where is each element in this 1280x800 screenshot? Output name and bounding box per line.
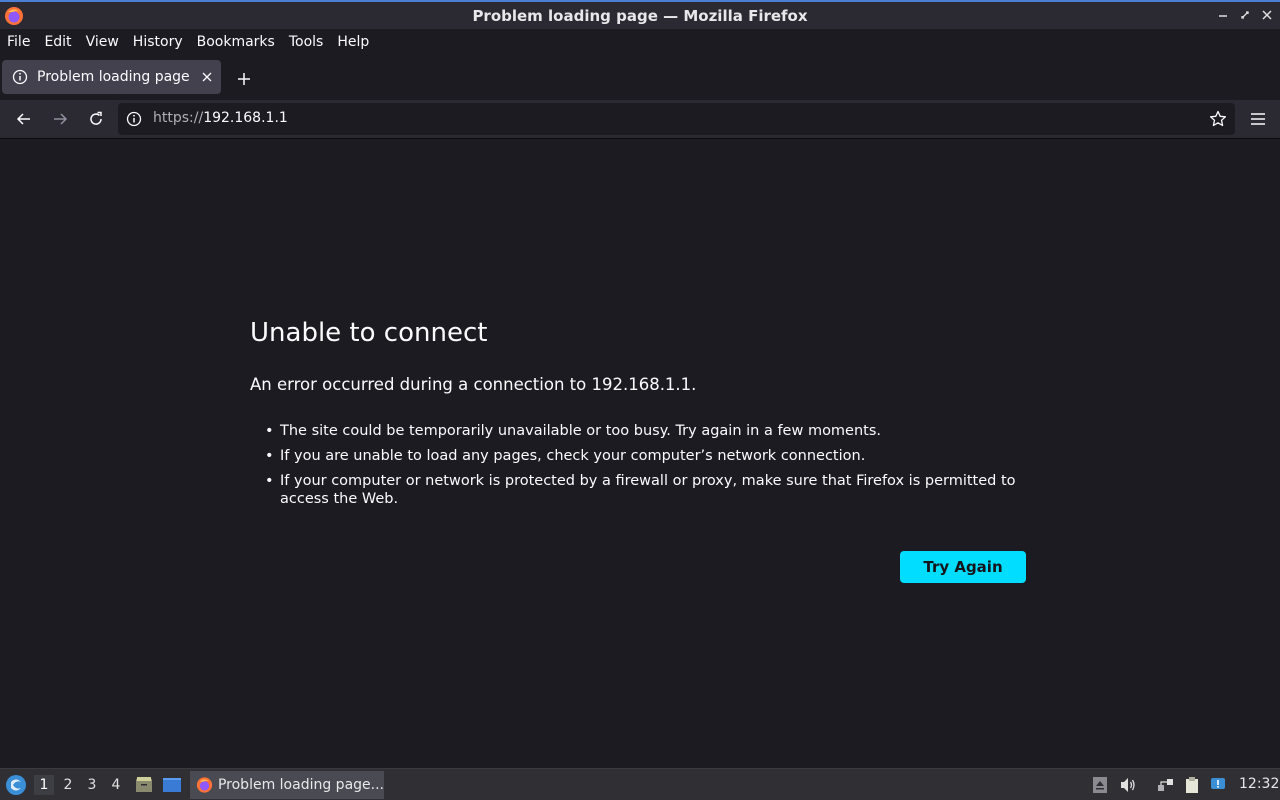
url-text[interactable]: https://192.168.1.1 <box>153 110 288 126</box>
navigation-toolbar: https://192.168.1.1 <box>0 100 1280 139</box>
firefox-icon <box>196 777 213 793</box>
window-titlebar: Problem loading page — Mozilla Firefox <box>0 0 1280 29</box>
menu-help[interactable]: Help <box>337 34 369 50</box>
task-label: Problem loading page... <box>217 777 384 793</box>
window-title: Problem loading page — Mozilla Firefox <box>472 6 808 25</box>
back-button[interactable] <box>12 107 36 131</box>
workspace-2[interactable]: 2 <box>58 775 78 795</box>
app-menu-button[interactable] <box>1246 107 1270 131</box>
list-item: The site could be temporarily unavailabl… <box>265 422 1026 440</box>
tab-close-icon[interactable] <box>199 69 215 85</box>
error-container: Unable to connect An error occurred duri… <box>250 318 1026 583</box>
volume-icon[interactable] <box>1119 776 1137 794</box>
workspace-4[interactable]: 4 <box>106 775 126 795</box>
info-icon <box>12 69 28 85</box>
menu-bookmarks[interactable]: Bookmarks <box>197 34 275 50</box>
error-suggestions: The site could be temporarily unavailabl… <box>250 422 1026 508</box>
eject-icon[interactable] <box>1091 776 1109 794</box>
star-icon[interactable] <box>1209 110 1227 128</box>
site-info-icon[interactable] <box>126 111 142 127</box>
menu-tools[interactable]: Tools <box>289 34 324 50</box>
back-icon <box>16 113 30 125</box>
tab-problem-loading-page[interactable]: Problem loading page <box>2 60 221 94</box>
error-description: An error occurred during a connection to… <box>250 375 697 394</box>
url-host: 192.168.1.1 <box>203 110 288 126</box>
url-bar[interactable]: https://192.168.1.1 <box>118 103 1235 135</box>
desktop-icon[interactable] <box>162 775 182 795</box>
page-content: Unable to connect An error occurred duri… <box>0 140 1280 768</box>
tab-label: Problem loading page <box>37 69 190 85</box>
reload-icon <box>90 111 102 125</box>
minimize-icon[interactable] <box>1214 4 1232 26</box>
reload-button[interactable] <box>84 107 108 131</box>
file-manager-icon[interactable] <box>134 775 154 795</box>
clock: 12:32 <box>1239 776 1280 792</box>
close-icon[interactable] <box>1258 4 1276 26</box>
taskbar-firefox-task[interactable]: Problem loading page... <box>190 771 384 799</box>
new-tab-button[interactable] <box>232 67 256 91</box>
workspace-3[interactable]: 3 <box>82 775 102 795</box>
forward-icon <box>54 113 68 125</box>
hamburger-menu-icon <box>1251 113 1265 125</box>
error-title: Unable to connect <box>250 318 488 348</box>
plus-icon <box>238 73 250 85</box>
tab-strip: Problem loading page <box>0 54 1280 100</box>
network-icon[interactable] <box>1157 776 1175 794</box>
list-item: If your computer or network is protected… <box>265 472 1026 508</box>
start-menu-icon[interactable] <box>5 774 27 796</box>
workspace-1[interactable]: 1 <box>34 775 54 795</box>
taskbar: 1 2 3 4 Problem loading page... 12:32 <box>0 768 1280 800</box>
menu-file[interactable]: File <box>7 34 30 50</box>
clipboard-icon[interactable] <box>1183 776 1201 794</box>
firefox-icon <box>5 7 23 25</box>
menu-bar: File Edit View History Bookmarks Tools H… <box>0 29 1280 54</box>
try-again-button[interactable]: Try Again <box>900 551 1026 583</box>
restore-icon[interactable] <box>1236 4 1254 26</box>
menu-edit[interactable]: Edit <box>44 34 71 50</box>
menu-view[interactable]: View <box>86 34 119 50</box>
url-scheme: https:// <box>153 110 204 126</box>
menu-history[interactable]: History <box>133 34 183 50</box>
forward-button[interactable] <box>48 107 72 131</box>
list-item: If you are unable to load any pages, che… <box>265 447 1026 465</box>
notification-icon[interactable] <box>1209 776 1227 794</box>
